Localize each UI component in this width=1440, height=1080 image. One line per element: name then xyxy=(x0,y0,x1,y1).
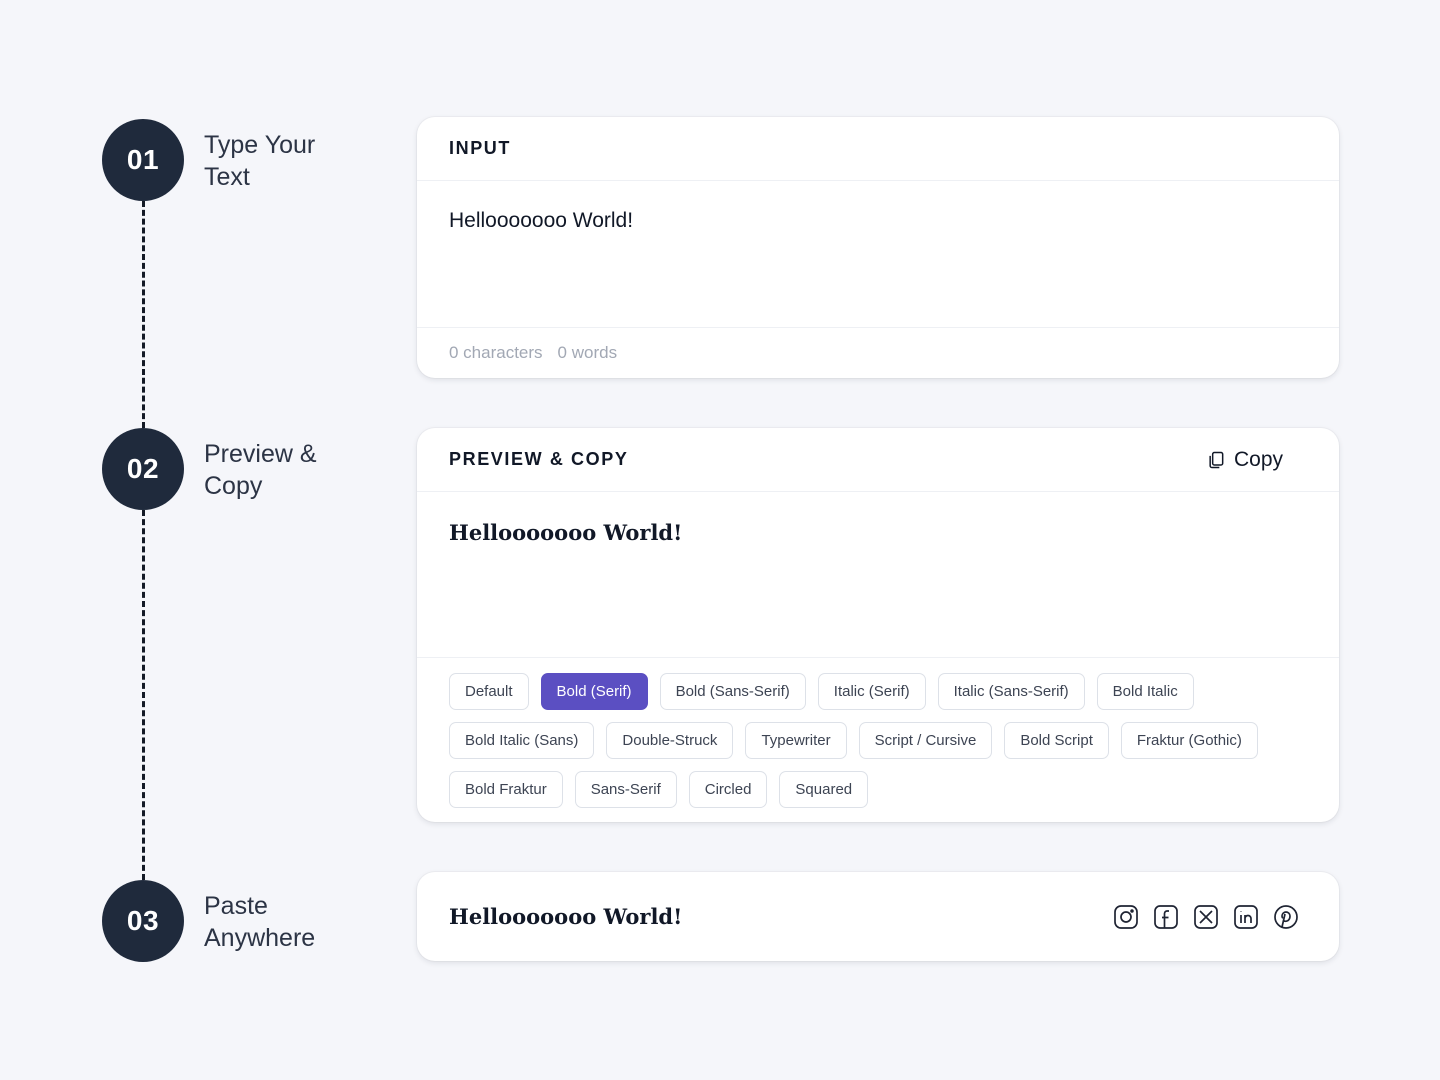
style-option-bold-italic[interactable]: Bold Italic xyxy=(1096,673,1194,710)
step-number-badge: 01 xyxy=(102,119,184,201)
style-option-bold-sans-serif[interactable]: Bold (Sans-Serif) xyxy=(659,673,806,710)
style-option-typewriter[interactable]: Typewriter xyxy=(745,722,847,759)
timeline-connector-1 xyxy=(142,201,145,428)
style-option-bold-fraktur[interactable]: Bold Fraktur xyxy=(449,771,563,808)
input-card-title: INPUT xyxy=(449,138,511,158)
style-option-script-cursive[interactable]: Script / Cursive xyxy=(858,722,993,759)
style-option-bold-italic-sans[interactable]: Bold Italic (Sans) xyxy=(449,722,595,759)
instagram-icon[interactable] xyxy=(1113,904,1139,930)
style-option-bold-script[interactable]: Bold Script xyxy=(1004,722,1109,759)
paste-card: Hellooooooo World! xyxy=(417,872,1339,961)
style-option-squared[interactable]: Squared xyxy=(779,771,869,808)
step-number-badge: 02 xyxy=(102,428,184,510)
style-option-italic-sans-serif[interactable]: Italic (Sans-Serif) xyxy=(937,673,1085,710)
style-option-fraktur-gothic[interactable]: Fraktur (Gothic) xyxy=(1120,722,1258,759)
step-number-badge: 03 xyxy=(102,880,184,962)
text-input[interactable]: Hellooooooo World! xyxy=(417,181,1339,328)
preview-card: PREVIEW & COPY Copy Hellooooooo World! D… xyxy=(417,428,1339,822)
word-count: 0 words xyxy=(557,342,618,362)
step-label: Paste Anywhere xyxy=(204,892,316,952)
facebook-icon[interactable] xyxy=(1153,904,1179,930)
input-stats: 0 characters 0 words xyxy=(417,328,1339,377)
copy-icon xyxy=(1206,450,1226,470)
character-count: 0 characters xyxy=(449,342,543,362)
style-option-default[interactable]: Default xyxy=(449,673,529,710)
step-02: 02 Preview & Copy xyxy=(102,428,354,510)
step-03: 03 Paste Anywhere xyxy=(102,880,354,962)
timeline-connector-2 xyxy=(142,510,145,880)
style-option-bold-serif[interactable]: Bold (Serif) xyxy=(540,673,648,710)
style-option-italic-serif[interactable]: Italic (Serif) xyxy=(817,673,926,710)
copy-button-label: Copy xyxy=(1233,447,1283,471)
linkedin-icon[interactable] xyxy=(1233,904,1259,930)
step-01: 01 Type Your Text xyxy=(102,119,354,201)
pinterest-icon[interactable] xyxy=(1273,904,1299,930)
input-card-header: INPUT xyxy=(417,117,1339,181)
social-share-bar xyxy=(1113,904,1299,930)
style-option-sans-serif[interactable]: Sans-Serif xyxy=(574,771,677,808)
input-card: INPUT Hellooooooo World! 0 characters 0 … xyxy=(417,117,1339,378)
preview-output: Hellooooooo World! xyxy=(417,492,1339,658)
step-label: Preview & Copy xyxy=(204,440,317,500)
style-option-double-struck[interactable]: Double-Struck xyxy=(606,722,734,759)
font-style-options: Default Bold (Serif) Bold (Sans-Serif) Ital… xyxy=(417,658,1339,808)
preview-card-header: PREVIEW & COPY Copy xyxy=(417,428,1339,492)
copy-button[interactable]: Copy xyxy=(1206,448,1283,472)
style-option-circled[interactable]: Circled xyxy=(688,771,768,808)
preview-card-title: PREVIEW & COPY xyxy=(449,449,629,469)
paste-preview-text: Hellooooooo World! xyxy=(449,904,683,929)
x-twitter-icon[interactable] xyxy=(1193,904,1219,930)
step-label: Type Your Text xyxy=(204,131,316,191)
